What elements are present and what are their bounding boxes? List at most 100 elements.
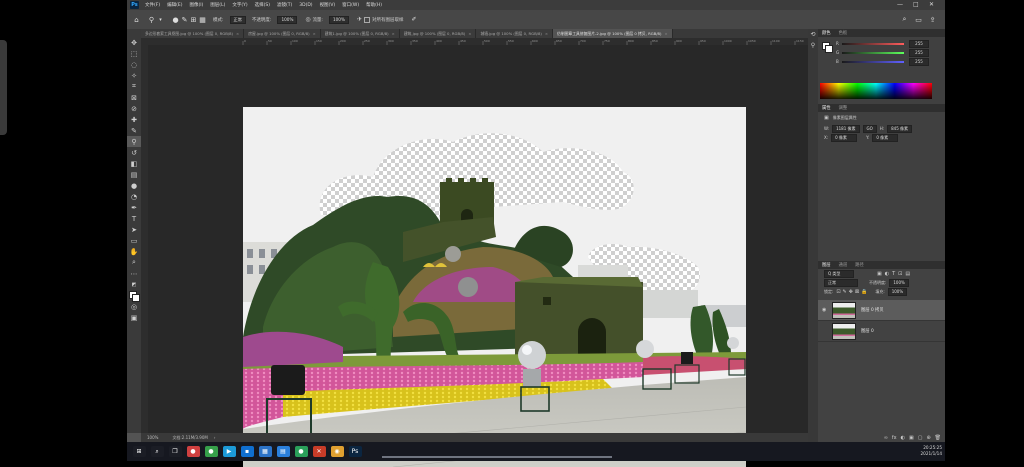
color-spectrum[interactable] [820,83,932,99]
menu-type[interactable]: 文字(Y) [232,2,247,8]
menu-layer[interactable]: 图层(L) [210,2,225,8]
y-field[interactable]: 0 像素 [872,133,899,142]
layer-filter-select[interactable]: Q 类型 [824,269,854,278]
layers-footer-icon[interactable]: ◐ [901,435,905,441]
channel-slider[interactable] [842,42,904,45]
mode-select[interactable]: 正常 [229,15,246,24]
tab-close-button[interactable]: × [664,31,667,36]
clone-source-panel-icon[interactable]: ⚲ [808,40,818,51]
zoom-tool-icon[interactable]: ⌕ [127,257,141,268]
history-brush-tool-icon[interactable]: ↺ [127,147,141,158]
tab-properties[interactable]: 属性 [818,105,835,111]
layers-footer-icon[interactable]: fx [892,435,897,441]
frame-tool-icon[interactable]: ⊠ [127,92,141,103]
search-icon[interactable]: ⌕ [900,15,909,24]
channel-value-field[interactable]: 255 [909,39,929,48]
tab-active-document[interactable]: 仿制图章工具修复图片-2.jpg @ 100% (图层 0 拷贝, RGB/8)… [553,29,673,38]
pen-tool-icon[interactable]: ✒ [127,202,141,213]
minimize-button[interactable]: — [897,1,903,8]
app-icon-8[interactable]: ✕ [312,446,326,457]
pressure-size-icon[interactable]: ✐ [409,15,418,24]
layers-footer-icon[interactable]: ∞ [884,435,888,441]
app-icon-4[interactable]: ▪ [240,446,254,457]
layer-row[interactable]: ◉ 图层 0 拷贝 [818,300,945,321]
flow-field[interactable]: 100% [328,15,349,24]
search-icon[interactable]: ⌕ [150,446,164,457]
close-window-button[interactable]: ✕ [929,1,934,8]
layers-footer-icon[interactable]: 🗑 [935,435,941,441]
screen-mode-icon[interactable]: ▣ [127,312,141,323]
browser-icon[interactable]: ◉ [330,446,344,457]
status-menu-arrow[interactable]: › [214,435,216,440]
type-tool-icon[interactable]: T [127,213,141,224]
more-tools-icon[interactable]: ⋯ [127,268,141,279]
tab-document[interactable]: 建筑1.jpg @ 100% (图层 0, RGB/8) × [320,29,400,38]
channel-value-field[interactable]: 255 [909,48,929,57]
blur-tool-icon[interactable]: ● [127,180,141,191]
tab-adjustments[interactable]: 调整 [835,105,852,111]
clone-source-icon[interactable]: ⊞ [189,15,198,24]
lock-icons[interactable]: ⊡✎✥⊠🔒 [836,289,869,295]
eraser-tool-icon[interactable]: ◧ [127,158,141,169]
tab-document[interactable]: 建筑.jpg @ 100% (图层 0, RGB/8) × [399,29,477,38]
pressure-opacity-icon[interactable]: ◎ [303,15,312,24]
path-select-tool-icon[interactable]: ➤ [127,224,141,235]
tab-paths[interactable]: 路径 [851,262,868,268]
task-view-icon[interactable]: ❐ [168,446,182,457]
menu-edit[interactable]: 编辑(E) [167,2,182,8]
h-field[interactable]: 845 像素 [887,124,913,133]
tab-color[interactable]: 颜色 [818,30,835,36]
tab-close-button[interactable]: × [545,31,548,36]
brush-settings-icon[interactable]: ✎ [180,15,189,24]
app-icon-1[interactable]: ● [186,446,200,457]
app-icon-7[interactable]: ● [294,446,308,457]
color-swatches-icon[interactable] [127,290,141,302]
app-icon-3[interactable]: ▶ [222,446,236,457]
filter-icons[interactable]: ▣◐T⊡▤ [877,271,913,277]
link-dimensions-button[interactable]: GO [862,124,877,133]
x-field[interactable]: 0 像素 [831,133,858,142]
chevron-down-icon[interactable]: ▾ [156,15,165,24]
gradient-tool-icon[interactable]: ▤ [127,169,141,180]
app-icon-6[interactable]: ▤ [276,446,290,457]
channel-slider[interactable] [842,51,904,54]
eye-icon[interactable]: ◉ [822,307,830,313]
default-colors-icon[interactable]: ◩ [127,279,141,290]
menu-3d[interactable]: 3D(D) [299,3,312,8]
menu-filter[interactable]: 滤镜(T) [277,2,292,8]
system-clock[interactable]: 20:25:25 2021/1/14 [921,445,942,457]
fill-field[interactable]: 100% [887,287,908,296]
zoom-level[interactable]: 100% [147,435,158,440]
tab-close-button[interactable]: × [392,31,395,36]
dodge-tool-icon[interactable]: ◔ [127,191,141,202]
clone-stamp-tool-icon[interactable]: ⚲ [127,136,141,147]
clone-stamp-preset-icon[interactable]: ⚲ [147,15,156,24]
menu-help[interactable]: 帮助(H) [366,2,382,8]
app-icon-2[interactable]: ● [204,446,218,457]
opacity-field[interactable]: 100% [277,15,298,24]
tab-layers[interactable]: 图层 [818,262,835,268]
layers-footer-icon[interactable]: ▣ [909,435,914,441]
home-icon[interactable]: ⌂ [132,15,141,24]
share-icon[interactable]: ⇪ [928,15,937,24]
tab-swatches[interactable]: 色板 [835,30,852,36]
menu-image[interactable]: 图像(I) [189,2,203,8]
marquee-tool-icon[interactable]: ⬚ [127,48,141,59]
document-canvas[interactable] [243,107,746,467]
menu-window[interactable]: 窗口(W) [342,2,359,8]
workspace-icon[interactable]: ▭ [914,15,923,24]
move-tool-icon[interactable]: ✥ [127,37,141,48]
tab-document[interactable]: 多边形套索工具抠图.jpg @ 100% (图层 0, RGB/8) × [141,29,245,38]
shape-tool-icon[interactable]: ▭ [127,235,141,246]
windows-start-icon[interactable]: ⊞ [132,446,146,457]
layers-footer-icon[interactable]: ▢ [918,435,923,441]
quick-select-tool-icon[interactable]: ✧ [127,70,141,81]
layer-opacity-field[interactable]: 100% [889,278,909,287]
brush-panel-icon[interactable]: ▦ [198,15,207,24]
history-icon[interactable]: ⟲ [808,29,818,40]
layer-row[interactable]: 图层 0 [818,321,945,342]
eyedropper-tool-icon[interactable]: ⊘ [127,103,141,114]
photoshop-icon[interactable]: Ps [348,446,362,457]
airbrush-icon[interactable]: ✈ [355,15,364,24]
healing-brush-tool-icon[interactable]: ✚ [127,114,141,125]
